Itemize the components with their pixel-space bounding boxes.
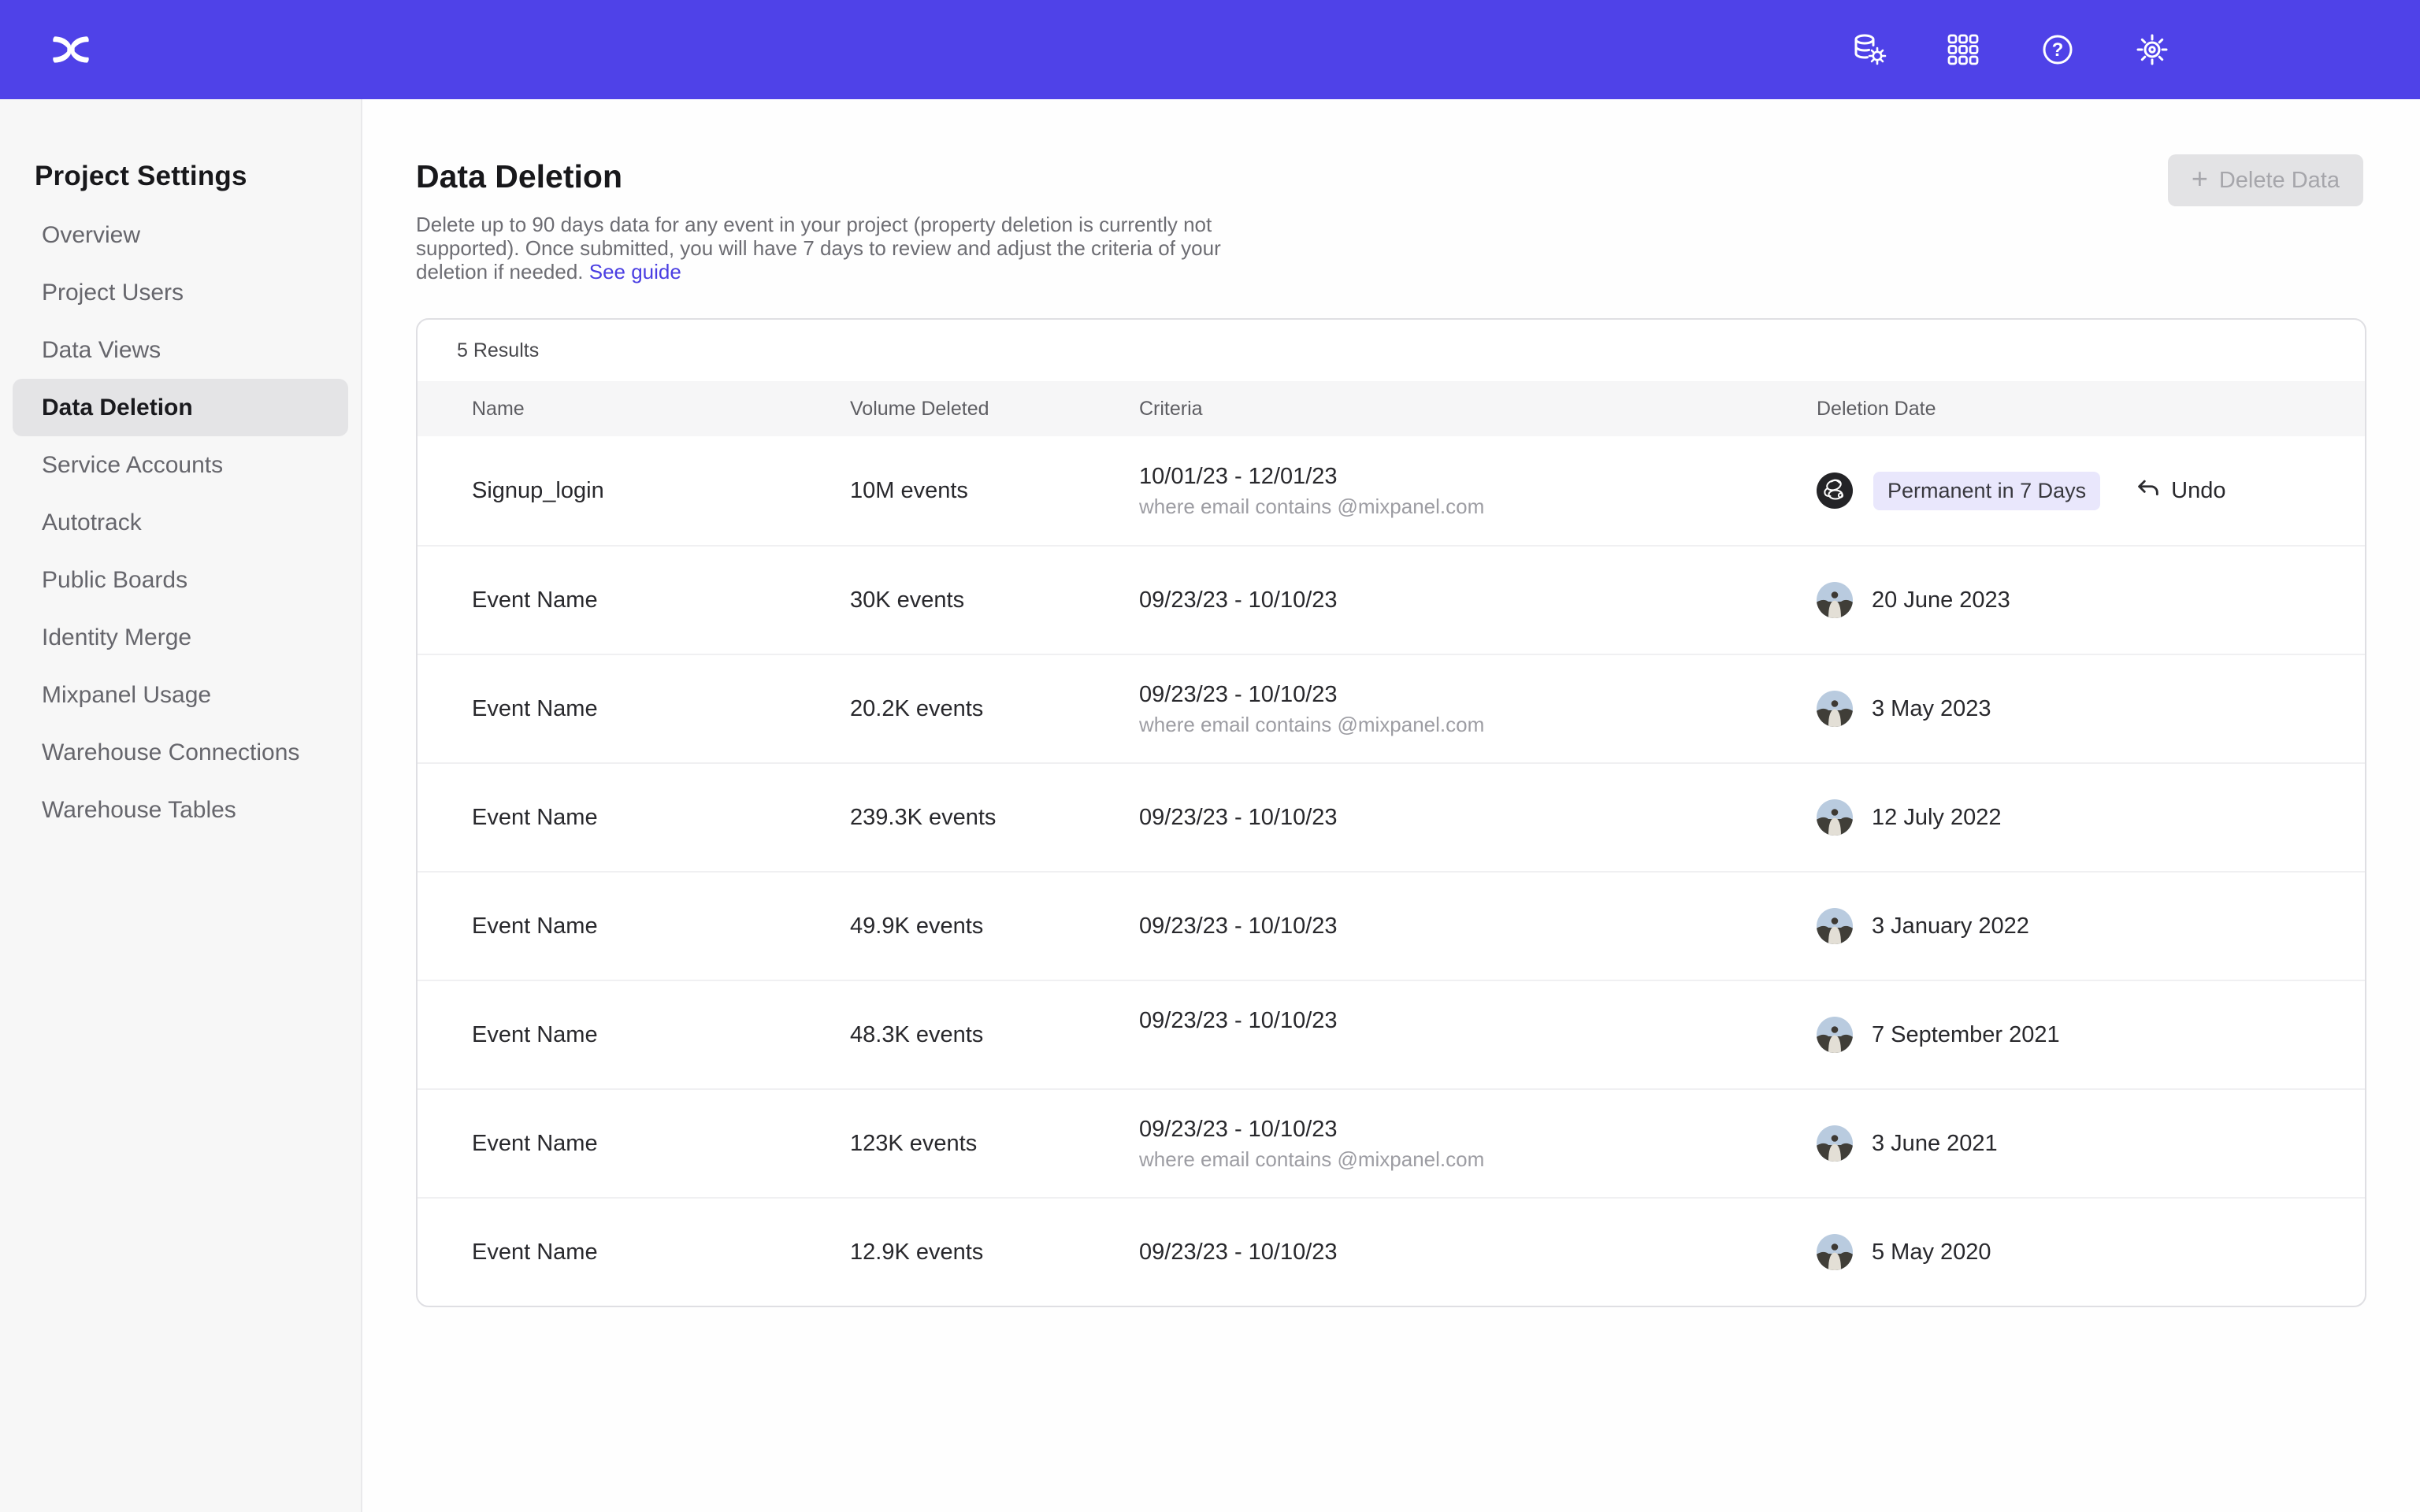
sidebar-item-public-boards[interactable]: Public Boards (13, 551, 348, 609)
table-row: Event Name 123K events 09/23/23 - 10/10/… (418, 1088, 2365, 1197)
page-description-text: Delete up to 90 days data for any event … (416, 213, 1221, 284)
question-mark-icon: ? (2039, 31, 2077, 69)
criteria-date-range: 09/23/23 - 10/10/23 (1139, 1240, 1338, 1266)
event-name: Signup_login (472, 478, 604, 504)
member-avatar (1817, 1017, 1853, 1053)
sidebar-title: Project Settings (35, 161, 361, 192)
member-avatar (1817, 908, 1853, 944)
sidebar-item-identity-merge[interactable]: Identity Merge (13, 609, 348, 666)
table-row: Event Name 30K events 09/23/23 - 10/10/2… (418, 545, 2365, 654)
sidebar-item-data-deletion[interactable]: Data Deletion (13, 379, 348, 436)
deletion-date: 3 January 2022 (1872, 914, 2029, 939)
main-content: Data Deletion Delete up to 90 days data … (362, 99, 2420, 1512)
column-header-deletion-date: Deletion Date (1817, 381, 2365, 436)
mixpanel-x-icon (49, 28, 93, 72)
deletion-date: 20 June 2023 (1872, 587, 2010, 613)
table-row: Signup_login 10M events 10/01/23 - 12/01… (418, 436, 2365, 545)
undo-label: Undo (2171, 478, 2225, 504)
event-name: Event Name (472, 914, 598, 939)
deletion-requests-card: 5 Results Name Volume Deleted Criteria D… (416, 318, 2366, 1307)
data-management-button[interactable] (1847, 28, 1891, 72)
deletion-date: 12 July 2022 (1872, 805, 2001, 831)
sidebar-item-overview[interactable]: Overview (13, 206, 348, 264)
deletion-date: 5 May 2020 (1872, 1240, 1991, 1266)
creator-avatar (1817, 472, 1853, 509)
page-title: Data Deletion (416, 158, 2363, 195)
grid-icon (1944, 31, 1982, 69)
criteria-date-range: 09/23/23 - 10/10/23 (1139, 587, 1338, 613)
table-header-row: Name Volume Deleted Criteria Deletion Da… (418, 381, 2365, 436)
mixpanel-logo[interactable] (46, 24, 96, 75)
plus-icon: + (2192, 165, 2208, 193)
member-avatar (1817, 1125, 1853, 1162)
delete-data-button[interactable]: + Delete Data (2168, 154, 2363, 206)
undo-button[interactable]: Undo (2135, 476, 2225, 506)
deletion-date: 3 May 2023 (1872, 696, 1991, 722)
criteria-date-range: 09/23/23 - 10/10/23 (1139, 805, 1338, 831)
member-avatar (1817, 582, 1853, 618)
page-header: Data Deletion Delete up to 90 days data … (362, 99, 2420, 284)
criteria-date-range: 09/23/23 - 10/10/23 (1139, 914, 1338, 939)
criteria-filter: where email contains @mixpanel.com (1139, 1147, 1484, 1171)
event-name: Event Name (472, 587, 598, 613)
settings-button[interactable] (2130, 28, 2174, 72)
member-avatar (1817, 1234, 1853, 1270)
volume-deleted: 239.3K events (850, 805, 996, 831)
gear-icon (2133, 31, 2171, 69)
event-name: Event Name (472, 805, 598, 831)
results-count: 5 Results (418, 320, 2365, 381)
event-name: Event Name (472, 1131, 598, 1157)
svg-text:?: ? (2052, 39, 2064, 61)
volume-deleted: 10M events (850, 478, 968, 504)
top-navigation-bar: ? (0, 0, 2420, 99)
sidebar-nav: OverviewProject UsersData ViewsData Dele… (0, 206, 361, 839)
table-body: Signup_login 10M events 10/01/23 - 12/01… (418, 436, 2365, 1306)
volume-deleted: 30K events (850, 587, 964, 613)
criteria-filter: where email contains @mixpanel.com (1139, 495, 1484, 518)
sidebar-item-warehouse-tables[interactable]: Warehouse Tables (13, 781, 348, 839)
volume-deleted: 48.3K events (850, 1022, 983, 1048)
project-settings-sidebar: Project Settings OverviewProject UsersDa… (0, 99, 362, 1512)
deletion-date: 3 June 2021 (1872, 1131, 1998, 1157)
criteria-date-range: 10/01/23 - 12/01/23 (1139, 464, 1338, 490)
deletion-date: 7 September 2021 (1872, 1022, 2060, 1048)
column-header-name: Name (418, 381, 850, 436)
criteria-date-range: 09/23/23 - 10/10/23 (1139, 682, 1338, 708)
table-row: Event Name 49.9K events 09/23/23 - 10/10… (418, 871, 2365, 980)
column-header-volume-deleted: Volume Deleted (850, 381, 1139, 436)
member-avatar (1817, 799, 1853, 836)
sidebar-item-autotrack[interactable]: Autotrack (13, 494, 348, 551)
column-header-criteria: Criteria (1139, 381, 1817, 436)
sidebar-item-mixpanel-usage[interactable]: Mixpanel Usage (13, 666, 348, 724)
sidebar-item-project-users[interactable]: Project Users (13, 264, 348, 321)
table-row: Event Name 48.3K events 09/23/23 - 10/10… (418, 980, 2365, 1088)
criteria-filter: where email contains @mixpanel.com (1139, 713, 1484, 736)
volume-deleted: 49.9K events (850, 914, 983, 939)
table-row: Event Name 12.9K events 09/23/23 - 10/10… (418, 1197, 2365, 1306)
event-name: Event Name (472, 1240, 598, 1266)
sidebar-item-warehouse-connections[interactable]: Warehouse Connections (13, 724, 348, 781)
table-row: Event Name 20.2K events 09/23/23 - 10/10… (418, 654, 2365, 762)
table-row: Event Name 239.3K events 09/23/23 - 10/1… (418, 762, 2365, 871)
help-button[interactable]: ? (2036, 28, 2080, 72)
member-avatar (1817, 691, 1853, 727)
undo-icon (2135, 476, 2162, 506)
event-name: Event Name (472, 1022, 598, 1048)
see-guide-link[interactable]: See guide (589, 260, 681, 284)
volume-deleted: 123K events (850, 1131, 977, 1157)
page-description: Delete up to 90 days data for any event … (416, 213, 1243, 284)
sidebar-item-service-accounts[interactable]: Service Accounts (13, 436, 348, 494)
sidebar-item-data-views[interactable]: Data Views (13, 321, 348, 379)
criteria-date-range: 09/23/23 - 10/10/23 (1139, 1117, 1338, 1143)
database-gear-icon (1850, 31, 1887, 69)
event-name: Event Name (472, 696, 598, 722)
volume-deleted: 12.9K events (850, 1240, 983, 1266)
permanent-status-badge: Permanent in 7 Days (1873, 472, 2100, 510)
volume-deleted: 20.2K events (850, 696, 983, 722)
topbar-actions: ? (1847, 28, 2174, 72)
criteria-date-range: 09/23/23 - 10/10/23 (1139, 1008, 1338, 1034)
apps-grid-button[interactable] (1941, 28, 1985, 72)
delete-data-button-label: Delete Data (2219, 168, 2340, 194)
